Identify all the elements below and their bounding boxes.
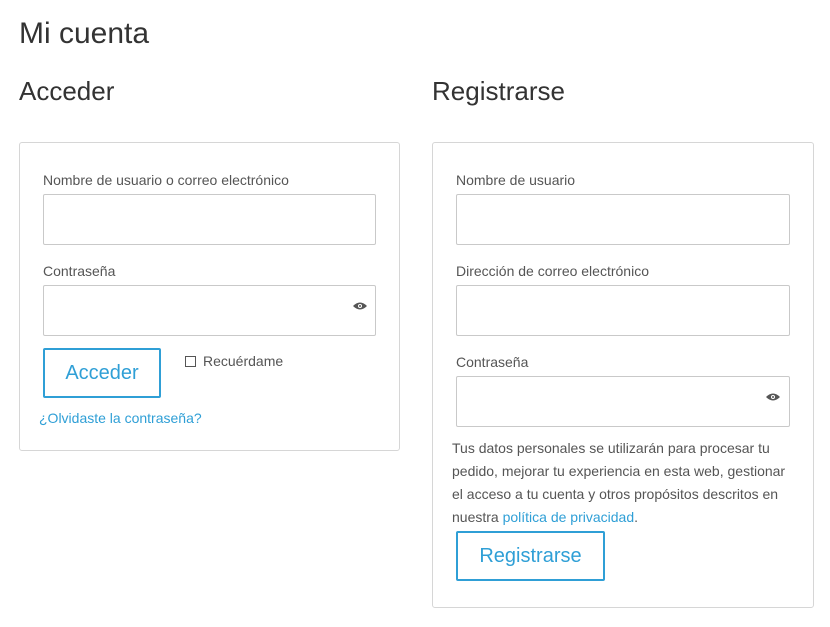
page-title: Mi cuenta <box>19 17 150 50</box>
privacy-policy-link[interactable]: política de privacidad <box>503 509 635 525</box>
remember-label: Recuérdame <box>203 353 284 369</box>
register-button[interactable]: Registrarse <box>456 531 605 581</box>
register-username-label: Nombre de usuario <box>456 172 576 188</box>
lost-password-link[interactable]: ¿Olvidaste la contraseña? <box>39 410 202 426</box>
privacy-text-end: . <box>634 509 639 525</box>
register-email-label: Dirección de correo electrónico <box>456 263 649 279</box>
privacy-notice: Tus datos personales se utilizarán para … <box>452 437 797 529</box>
login-password-input[interactable] <box>43 285 376 336</box>
login-title: Acceder <box>19 76 115 106</box>
register-email-input[interactable] <box>456 285 790 336</box>
eye-icon[interactable] <box>766 392 780 402</box>
eye-icon[interactable] <box>353 301 367 311</box>
register-password-label: Contraseña <box>456 354 529 370</box>
login-username-label: Nombre de usuario o correo electrónico <box>43 172 289 188</box>
login-password-label: Contraseña <box>43 263 116 279</box>
login-button[interactable]: Acceder <box>43 348 161 398</box>
register-title: Registrarse <box>432 76 565 106</box>
login-username-input[interactable] <box>43 194 376 245</box>
remember-me[interactable]: Recuérdame <box>185 353 283 369</box>
register-password-input[interactable] <box>456 376 790 427</box>
register-username-input[interactable] <box>456 194 790 245</box>
remember-checkbox[interactable] <box>185 355 196 367</box>
